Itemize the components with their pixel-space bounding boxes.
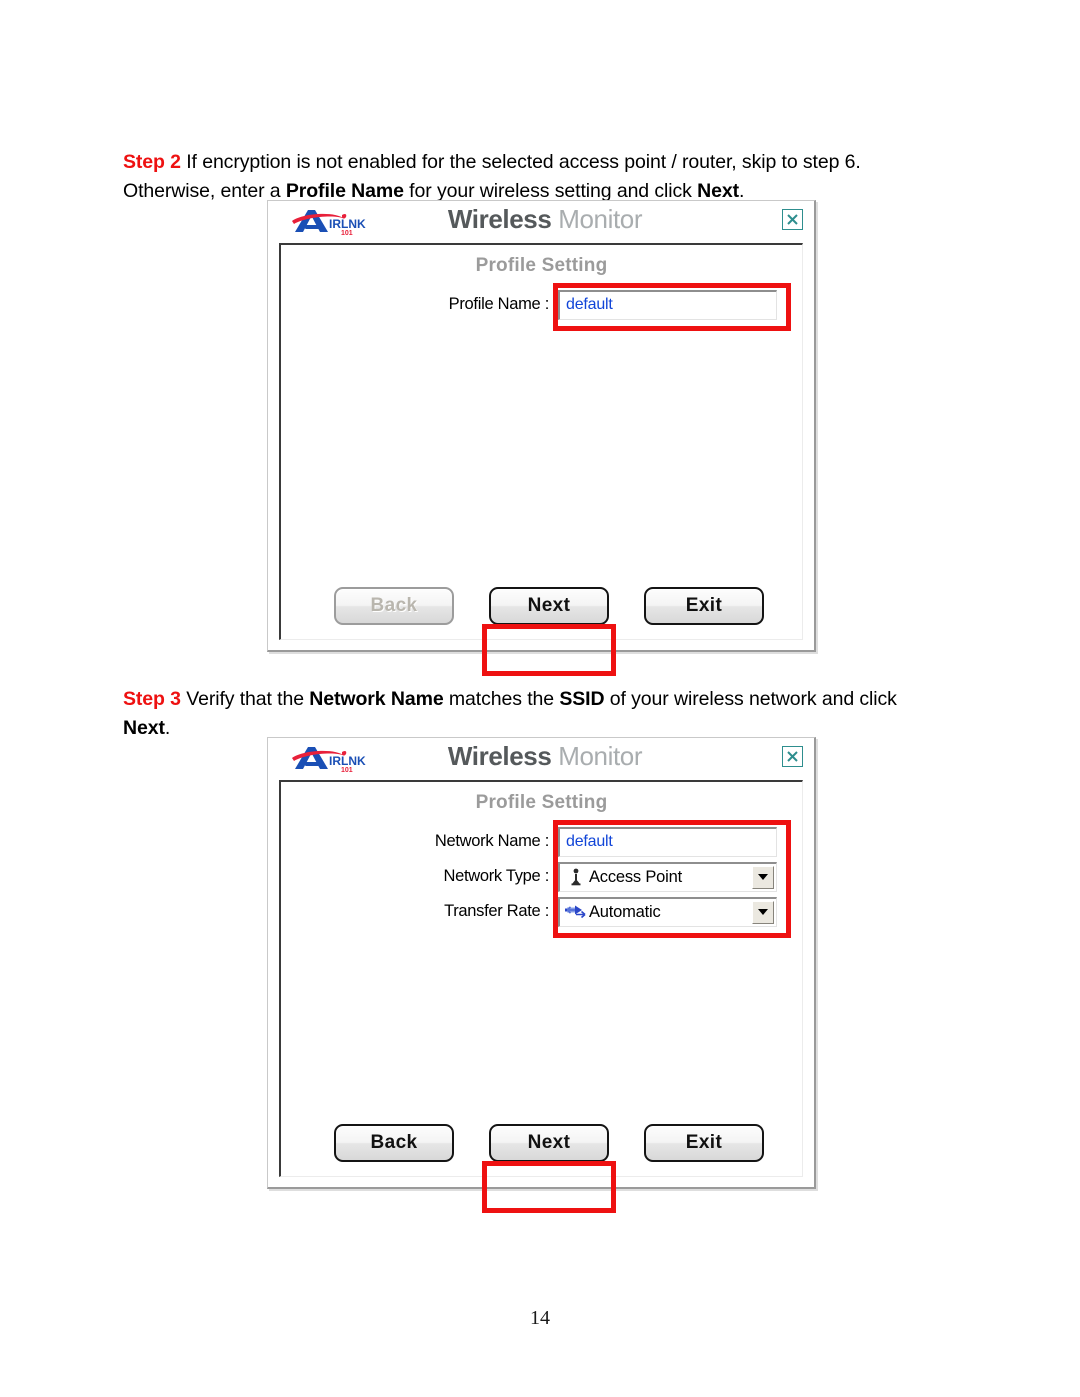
- profile-name-control: default: [558, 289, 777, 320]
- dialog-titlebar: IRLNK 101 Wireless Monitor: [268, 738, 814, 779]
- transfer-rate-control: Automatic: [558, 896, 777, 927]
- next-button[interactable]: Next: [489, 587, 609, 625]
- app-title-light: Monitor: [551, 204, 643, 234]
- network-type-select[interactable]: Access Point: [558, 861, 777, 892]
- dialog-content-panel: Profile Setting Network Name : default N…: [279, 780, 803, 1213]
- transfer-rate-icon: [563, 902, 589, 922]
- document-page: Step 2 If encryption is not enabled for …: [0, 0, 1080, 1397]
- page-number: 14: [530, 1307, 550, 1329]
- access-point-icon: [563, 867, 589, 887]
- back-button: Back: [334, 587, 454, 625]
- app-title-bold: Wireless: [447, 204, 552, 234]
- form-row-network-name: Network Name : default: [281, 824, 802, 859]
- highlight-next-button: [482, 1161, 616, 1213]
- app-title: Wireless Monitor: [268, 741, 814, 772]
- dialog-titlebar: IRLNK 101 Wireless Monitor: [268, 201, 814, 242]
- dialog-button-bar: Back Next Exit: [281, 587, 802, 627]
- network-type-label: Network Type :: [443, 867, 549, 885]
- network-name-label: Network Name :: [434, 832, 549, 850]
- step-3-label: Step 3: [123, 687, 181, 710]
- form-row-profile-name: Profile Name : default: [281, 287, 802, 322]
- transfer-rate-label: Transfer Rate :: [444, 902, 549, 920]
- next-button[interactable]: Next: [489, 1124, 609, 1162]
- network-name-input[interactable]: default: [558, 826, 777, 857]
- step-3-text: Verify that the Network Name matches the…: [123, 687, 897, 739]
- app-title-bold: Wireless: [447, 741, 552, 771]
- step-3-instruction: Step 3 Verify that the Network Name matc…: [123, 685, 943, 743]
- chevron-down-icon[interactable]: [752, 865, 774, 889]
- dialog-button-bar: Back Next Exit: [281, 1124, 802, 1164]
- form-area: Network Name : default Network Type : Ac…: [281, 824, 802, 929]
- close-icon[interactable]: [782, 209, 803, 230]
- wireless-monitor-dialog-network-name: IRLNK 101 Wireless Monitor Profile Setti…: [267, 737, 816, 1213]
- network-name-control: default: [558, 826, 777, 857]
- network-type-control: Access Point: [558, 861, 777, 892]
- dialog-content-panel: Profile Setting Profile Name : default B…: [279, 243, 803, 676]
- exit-button[interactable]: Exit: [644, 1124, 764, 1162]
- form-area: Profile Name : default: [281, 287, 802, 322]
- step-2-instruction: Step 2 If encryption is not enabled for …: [123, 148, 943, 206]
- chevron-down-icon[interactable]: [752, 900, 774, 924]
- wireless-monitor-dialog-profile-name: IRLNK 101 Wireless Monitor Profile Setti…: [267, 200, 816, 676]
- transfer-rate-value: Automatic: [589, 902, 661, 921]
- app-title-light: Monitor: [551, 741, 643, 771]
- panel-heading: Profile Setting: [475, 255, 608, 276]
- profile-name-input[interactable]: default: [558, 289, 777, 320]
- step-2-text: If encryption is not enabled for the sel…: [123, 150, 861, 202]
- exit-button[interactable]: Exit: [644, 587, 764, 625]
- form-row-network-type: Network Type : Access Point: [281, 859, 802, 894]
- close-icon[interactable]: [782, 746, 803, 767]
- panel-heading: Profile Setting: [475, 792, 608, 813]
- step-2-label: Step 2: [123, 150, 181, 173]
- highlight-next-button: [482, 624, 616, 676]
- back-button[interactable]: Back: [334, 1124, 454, 1162]
- form-row-transfer-rate: Transfer Rate : Automatic: [281, 894, 802, 929]
- network-type-value: Access Point: [589, 867, 682, 886]
- profile-name-label: Profile Name :: [448, 295, 550, 313]
- transfer-rate-select[interactable]: Automatic: [558, 896, 777, 927]
- app-title: Wireless Monitor: [268, 204, 814, 235]
